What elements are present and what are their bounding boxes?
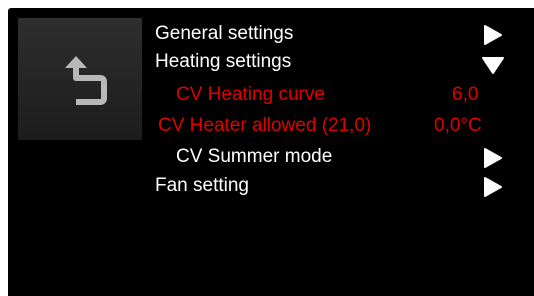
settings-menu: General settings Heating settings CV Hea… xyxy=(8,8,534,296)
menu-item-fan-setting[interactable]: Fan setting xyxy=(155,173,515,199)
menu-item-label: General settings xyxy=(155,23,294,44)
menu-item-label: CV Heater allowed (21,0) xyxy=(158,115,372,136)
menu-item-cv-summer-mode[interactable]: CV Summer mode xyxy=(176,144,516,170)
triangle-down-icon xyxy=(482,57,504,74)
menu-item-label: CV Heating curve xyxy=(176,84,325,105)
menu-item-cv-heating-curve[interactable]: CV Heating curve 6,0 xyxy=(176,82,516,108)
play-right-icon xyxy=(484,148,502,168)
play-right-icon xyxy=(484,177,502,197)
device-display-panel: General settings Heating settings CV Hea… xyxy=(8,8,534,296)
menu-item-heating-settings[interactable]: Heating settings xyxy=(155,49,515,75)
play-right-icon xyxy=(484,25,502,45)
menu-item-label: Heating settings xyxy=(155,51,292,72)
menu-item-label: Fan setting xyxy=(155,175,249,196)
menu-item-general-settings[interactable]: General settings xyxy=(155,21,515,47)
screen: General settings Heating settings CV Hea… xyxy=(0,0,534,296)
menu-item-cv-heater-allowed[interactable]: CV Heater allowed (21,0) 0,0°C xyxy=(158,113,528,139)
menu-item-label: CV Summer mode xyxy=(176,146,333,167)
menu-item-value: 6,0 xyxy=(452,84,479,105)
menu-item-value: 0,0°C xyxy=(434,115,482,136)
